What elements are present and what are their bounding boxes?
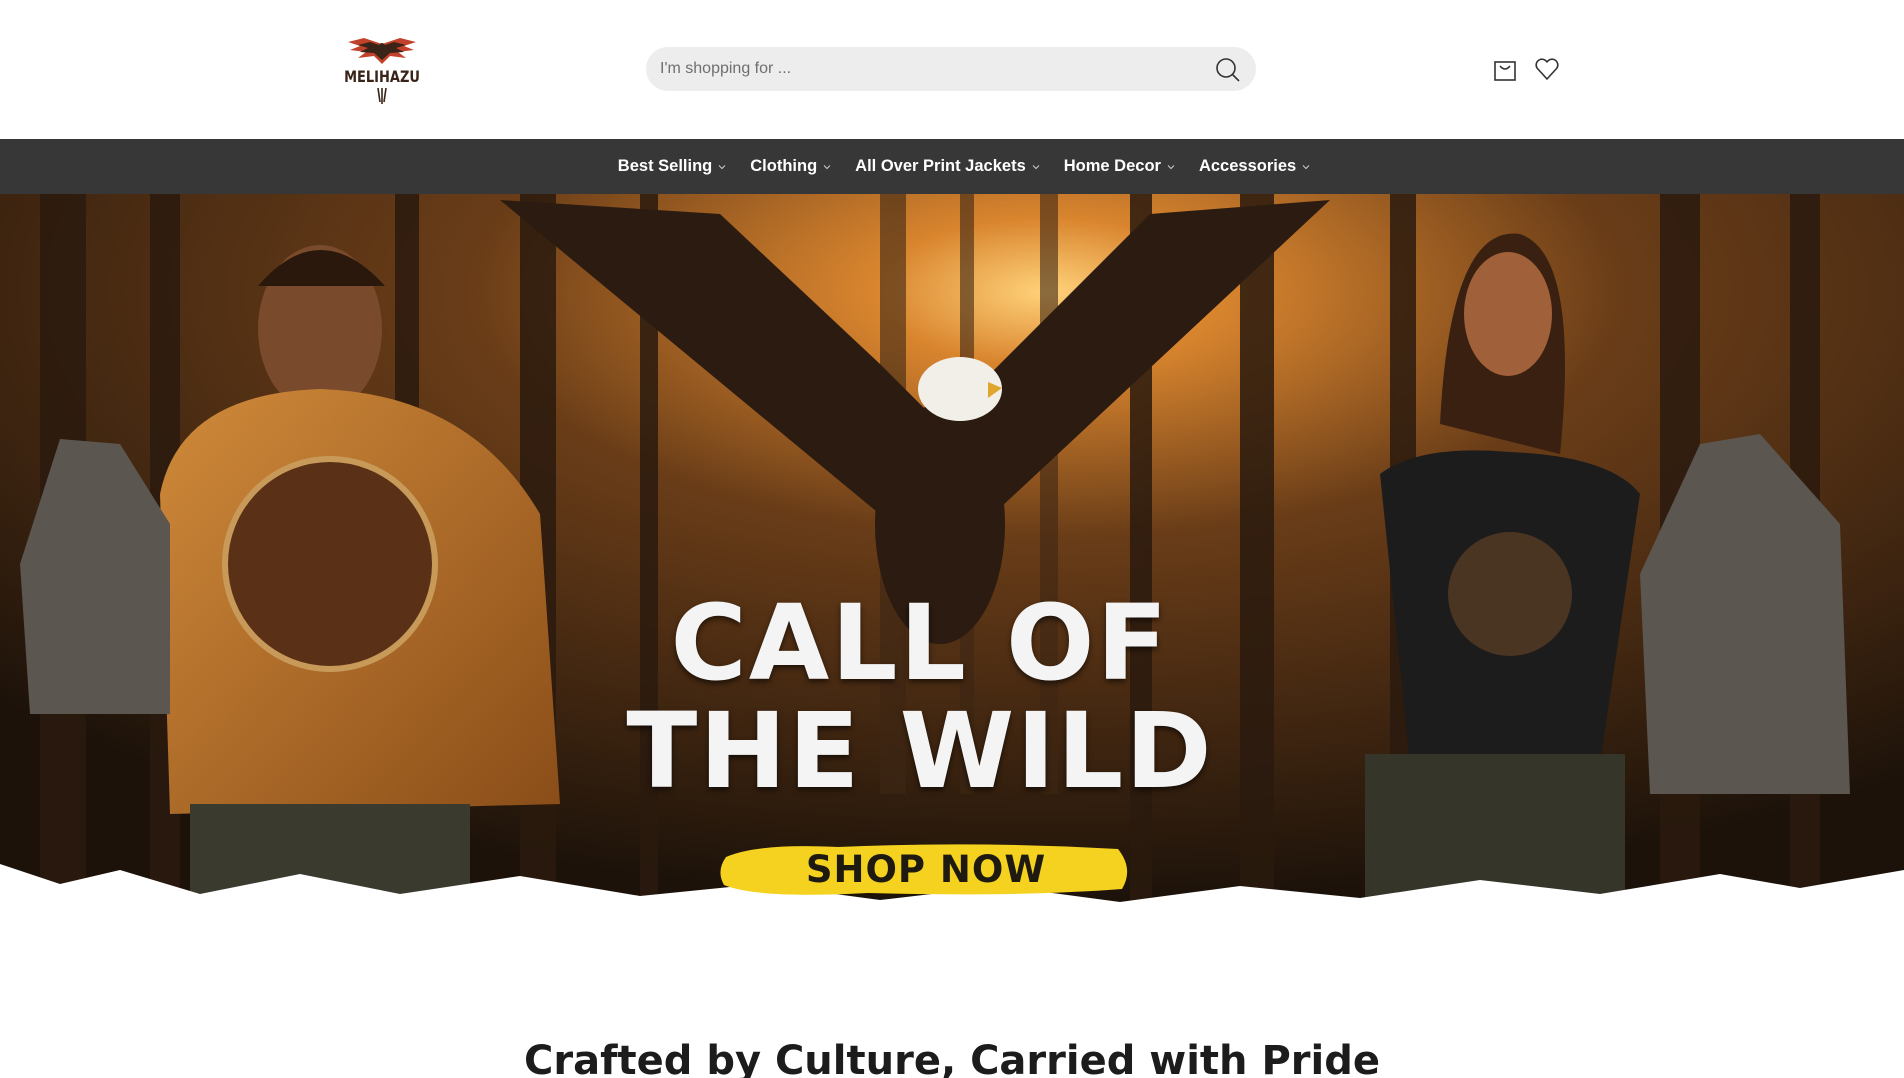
nav-item-home-decor[interactable]: Home Decor [1052, 139, 1187, 194]
search-button[interactable] [1214, 56, 1242, 84]
heart-icon [1535, 58, 1559, 80]
site-header: MELIHAZU [0, 0, 1904, 139]
shop-now-button[interactable]: SHOP NOW [718, 839, 1134, 899]
search-bar [646, 47, 1256, 91]
section-tagline: Crafted by Culture, Carried with Pride [524, 1038, 1380, 1078]
nav-item-label: Clothing [750, 157, 818, 175]
nav-item-clothing[interactable]: Clothing [738, 139, 843, 194]
nav-item-all-over-print-jackets[interactable]: All Over Print Jackets [843, 139, 1052, 194]
search-input[interactable] [660, 47, 1190, 91]
hero-banner[interactable]: CALL OF THE WILD SHOP NOW [0, 194, 1904, 1009]
nav-item-label: Best Selling [617, 157, 713, 175]
nav-item-best-selling[interactable]: Best Selling [606, 139, 738, 194]
chevron-down-icon [1167, 164, 1175, 169]
nav-item-label: All Over Print Jackets [855, 157, 1026, 175]
nav-item-label: Accessories [1198, 157, 1297, 175]
wishlist-button[interactable] [1533, 55, 1561, 83]
logo-wordmark: MELIHAZU [344, 68, 420, 87]
feather-icon [377, 88, 387, 104]
main-nav: Best Selling Clothing All Over Print Jac… [0, 139, 1904, 194]
eagle-logo-icon [348, 38, 416, 64]
chevron-down-icon [718, 164, 726, 169]
nav-item-label: Home Decor [1063, 157, 1161, 175]
cart-icon [1494, 61, 1516, 81]
search-icon [1216, 58, 1240, 82]
chevron-down-icon [1302, 164, 1310, 169]
chevron-down-icon [823, 164, 831, 169]
cart-button[interactable] [1491, 55, 1519, 83]
hero-title-line-1: CALL OF [670, 582, 1170, 704]
chevron-down-icon [1032, 164, 1040, 169]
nav-item-accessories[interactable]: Accessories [1187, 139, 1322, 194]
shop-now-label: SHOP NOW [805, 848, 1047, 891]
logo[interactable]: MELIHAZU [344, 36, 420, 104]
nav-list: Best Selling Clothing All Over Print Jac… [0, 139, 1904, 194]
hero-title-line-2: THE WILD [626, 690, 1214, 812]
hero-title: CALL OF THE WILD [560, 589, 1280, 805]
